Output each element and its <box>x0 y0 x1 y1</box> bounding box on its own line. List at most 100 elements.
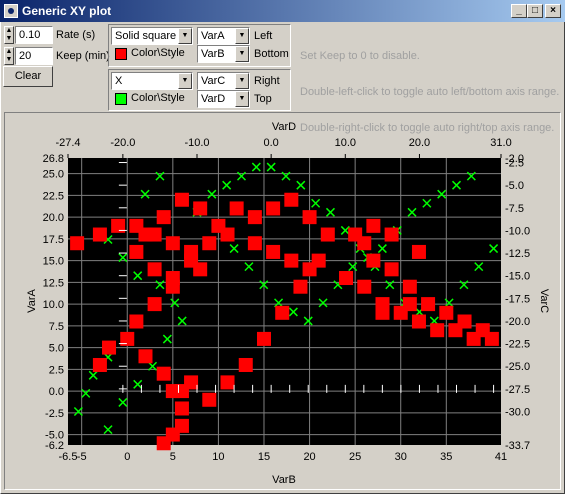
series1-point <box>293 279 308 294</box>
series1-point <box>375 305 390 320</box>
series1-point <box>102 340 117 355</box>
right-tick-label: -7.5 <box>505 203 524 215</box>
series1-point <box>138 227 153 242</box>
left-tick-label: 2.5 <box>49 364 64 376</box>
series1-point <box>366 218 381 233</box>
left-tick-label: 20.0 <box>43 212 64 224</box>
left-tick-label: 7.5 <box>49 321 64 333</box>
series1-point <box>156 366 171 381</box>
series1-point <box>193 201 208 216</box>
series1-point <box>284 253 299 268</box>
top-tick-label: -20.0 <box>110 137 135 149</box>
bottom-tick-label: 15 <box>258 451 270 463</box>
bottom-tick-label: 30 <box>395 451 407 463</box>
series1-point <box>348 227 363 242</box>
right-tick-label: -27.5 <box>505 384 530 396</box>
left-tick-label: 17.5 <box>43 234 64 246</box>
left-tick-label: 10.0 <box>43 299 64 311</box>
bottom-tick-label: 0 <box>124 451 130 463</box>
right-tick-label: -17.5 <box>505 293 530 305</box>
series1-point <box>247 210 262 225</box>
series1-point <box>266 244 281 259</box>
right-tick-label: -20.0 <box>505 316 530 328</box>
series1-point <box>247 236 262 251</box>
left-tick-label: 5.0 <box>49 343 64 355</box>
left-tick-label: 26.8 <box>43 153 64 165</box>
right-tick-label: -2.5 <box>505 158 524 170</box>
series1-point <box>439 305 454 320</box>
top-tick-label: 10.0 <box>335 137 356 149</box>
left-tick-label: 25.0 <box>43 169 64 181</box>
series1-point <box>402 297 417 312</box>
series1-point <box>220 375 235 390</box>
series1-point <box>339 271 354 286</box>
series1-point <box>156 210 171 225</box>
series1-point <box>421 297 436 312</box>
bottom-tick-label: -5 <box>77 451 87 463</box>
series1-point <box>384 227 399 242</box>
series1-point <box>320 227 335 242</box>
series1-point <box>238 357 253 372</box>
series1-point <box>411 244 426 259</box>
series1-point <box>357 279 372 294</box>
series1-point <box>129 244 144 259</box>
bottom-tick-label: 5 <box>170 451 176 463</box>
series1-point <box>147 262 162 277</box>
series1-point <box>138 349 153 364</box>
bottom-tick-label: 35 <box>440 451 452 463</box>
series1-point <box>266 201 281 216</box>
right-tick-label: -33.7 <box>505 440 530 452</box>
right-tick-label: -30.0 <box>505 407 530 419</box>
series1-point <box>92 227 107 242</box>
series1-point <box>220 227 235 242</box>
right-tick-label: -10.0 <box>505 225 530 237</box>
series1-point <box>202 392 217 407</box>
series1-point <box>430 323 445 338</box>
bottom-tick-label: 41 <box>495 451 507 463</box>
top-axis-title: VarD <box>272 121 296 133</box>
bottom-tick-label: 10 <box>212 451 224 463</box>
right-axis-title: VarC <box>538 289 550 313</box>
top-tick-label: 20.0 <box>409 137 430 149</box>
left-tick-label: 15.0 <box>43 256 64 268</box>
left-tick-label: -5.0 <box>45 430 64 442</box>
left-tick-label: 0.0 <box>49 386 64 398</box>
bottom-tick-label: 20 <box>303 451 315 463</box>
top-tick-label: 0.0 <box>264 137 279 149</box>
series1-point <box>202 236 217 251</box>
xy-plot[interactable]: -6.5 -5 0 5 10 15 20 25 30 35 41-6.2-5.0-2.50.02.5… <box>0 0 565 494</box>
series1-point <box>411 314 426 329</box>
bottom-tick-label: 25 <box>349 451 361 463</box>
left-tick-label: 12.5 <box>43 277 64 289</box>
series1-point <box>165 271 180 286</box>
series1-point <box>129 314 144 329</box>
series1-point <box>184 253 199 268</box>
right-tick-label: -15.0 <box>505 271 530 283</box>
series1-point <box>284 192 299 207</box>
series1-point <box>184 375 199 390</box>
right-tick-label: -12.5 <box>505 248 530 260</box>
series1-point <box>174 401 189 416</box>
right-tick-label: -25.0 <box>505 361 530 373</box>
series1-point <box>174 418 189 433</box>
series1-point <box>70 236 85 251</box>
left-tick-label: 22.5 <box>43 190 64 202</box>
series1-point <box>302 262 317 277</box>
series1-point <box>384 262 399 277</box>
bottom-axis-title: VarB <box>272 474 296 486</box>
series1-point <box>457 314 472 329</box>
series1-point <box>402 279 417 294</box>
series1-point <box>165 384 180 399</box>
left-axis-title: VarA <box>26 289 38 313</box>
left-tick-label: -2.5 <box>45 408 64 420</box>
top-tick-label: -10.0 <box>184 137 209 149</box>
series1-point <box>275 305 290 320</box>
series1-point <box>174 192 189 207</box>
right-tick-label: -22.5 <box>505 339 530 351</box>
series1-point <box>156 436 171 451</box>
left-tick-label: -6.2 <box>45 440 64 452</box>
series1-point <box>165 236 180 251</box>
series1-point <box>92 357 107 372</box>
series1-point <box>147 297 162 312</box>
top-tick-label: 31.0 <box>490 137 511 149</box>
